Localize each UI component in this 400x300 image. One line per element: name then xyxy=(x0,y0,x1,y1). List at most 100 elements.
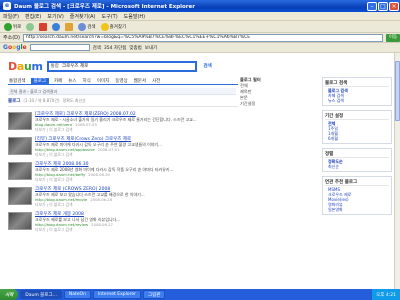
address-input[interactable]: http://search.daum.net/search?w=blog&q=%… xyxy=(22,33,383,42)
spellcheck-link[interactable]: 맞춤법 xyxy=(129,45,141,51)
result-thumbnail[interactable] xyxy=(8,137,32,155)
back-button[interactable]: 뒤로 xyxy=(3,22,22,31)
menu-bar: 파일(F) 편집(E) 보기(V) 즐겨찾기(A) 도구(T) 도움말(H) xyxy=(0,12,400,21)
system-tray-clock: 오후 4:21 xyxy=(372,289,400,300)
sidebar-box: 연관 추천 블로그 MSMS 크로우즈 제로 Movie(ies) 영화리뷰 일… xyxy=(322,176,392,215)
result-item: 크로우즈 제로 개봉 2008 크로우즈 제로를 보고 나서 남긴 영화 리뷰입… xyxy=(8,212,238,232)
taskbar-item[interactable]: Daum 블로그... xyxy=(20,290,62,299)
blog-filter: 블로그 필터 전체 제목만 본문 기간설정 xyxy=(240,77,318,107)
menu-file[interactable]: 파일(F) xyxy=(3,13,19,20)
tab-video[interactable]: 동영상 xyxy=(114,78,128,84)
tab-image[interactable]: 이미지 xyxy=(96,78,110,84)
tab-integrated[interactable]: 통합검색 xyxy=(8,78,27,84)
sidebar-title: 연관 추천 블로그 xyxy=(325,179,389,186)
search-tabs: 통합검색 블로그 카페 뉴스 지식 이미지 동영상 웹문서 사전 xyxy=(8,77,238,85)
menu-tools[interactable]: 도구(T) xyxy=(102,13,118,20)
sidebar-box: 기간 설정 전체 1주일 1개월 6개월 xyxy=(322,110,392,144)
sidebar-box: 정렬 정확도순 최신순 xyxy=(322,148,392,172)
result-footer[interactable]: 더보기 | 이 블로그 검색 xyxy=(35,227,238,232)
result-thumbnail[interactable] xyxy=(8,112,32,130)
daum-search-button[interactable]: 검색 xyxy=(201,61,215,71)
result-item: [크로우즈 제로] 크로우즈 제로(ZERO) 2008.07.02 크로우즈 … xyxy=(8,112,238,132)
stop-icon xyxy=(39,22,48,31)
result-item: [리뷰] 크로우즈 제로(Crows Zero) 크로우즈 제로 크로우즈 제로… xyxy=(8,137,238,157)
popup-blocked-link[interactable]: 354 차단됨 xyxy=(104,45,126,51)
forward-arrow-icon xyxy=(26,22,35,31)
vertical-scrollbar[interactable] xyxy=(394,53,400,289)
result-item: 크로우즈 제로 2008.06.30 크로우즈 제로 2008년 영화 미이케 … xyxy=(8,162,238,182)
tab-web[interactable]: 웹문서 xyxy=(133,78,147,84)
tab-news[interactable]: 뉴스 xyxy=(67,78,77,84)
standard-toolbar: 뒤로 검색 즐겨찾기 xyxy=(0,21,400,33)
sort-options[interactable]: 정확도 최신순 xyxy=(63,98,86,104)
maximize-button[interactable]: □ xyxy=(378,1,388,11)
favorites-button[interactable]: 즐겨찾기 xyxy=(100,22,128,31)
tab-cafe[interactable]: 카페 xyxy=(53,78,63,84)
taskbar-item[interactable]: 그림판 xyxy=(143,290,166,299)
sidebar-item[interactable]: 일본영화 xyxy=(325,207,389,212)
result-footer[interactable]: 더보기 | 이 블로그 검색 xyxy=(35,177,238,182)
go-button[interactable]: 이동 xyxy=(386,33,400,42)
result-footer[interactable]: 더보기 | 이 블로그 검색 xyxy=(35,152,238,157)
sidebar-item[interactable]: 6개월 xyxy=(325,136,389,141)
sidebar-title: 기간 설정 xyxy=(325,113,389,120)
stop-button[interactable] xyxy=(38,22,48,31)
home-button[interactable] xyxy=(64,22,74,31)
breadcrumb: 전체 결과 › 블로그 검색결과 xyxy=(8,88,236,95)
daum-logo[interactable]: Daum xyxy=(8,60,43,73)
sidebar-title: 정렬 xyxy=(325,151,389,158)
taskbar-item[interactable]: Internet Explorer xyxy=(92,290,141,299)
taskbar: 시작 Daum 블로그... NateOn Internet Explorer … xyxy=(0,289,400,300)
sidebar-item[interactable]: 뉴스 검색 xyxy=(325,98,389,103)
menu-help[interactable]: 도움말(H) xyxy=(124,13,145,20)
sidebar-box: 블로그 검색 블로그 검색 카페 검색 뉴스 검색 xyxy=(322,77,392,106)
star-icon xyxy=(100,22,109,31)
menu-view[interactable]: 보기(V) xyxy=(47,13,64,20)
result-count: (1-10 / 약 8,870건) xyxy=(23,98,60,103)
tab-dictionary[interactable]: 사전 xyxy=(151,78,161,84)
tab-knowledge[interactable]: 지식 xyxy=(82,78,92,84)
results-header: 블로그 (1-10 / 약 8,870건) 정확도 최신순 xyxy=(8,98,238,107)
result-date: 2008.06.30 xyxy=(88,172,110,177)
section-title: 블로그 xyxy=(8,99,21,104)
address-label: 주소(D) xyxy=(3,35,20,41)
filter-item[interactable]: 기간설정 xyxy=(240,101,318,107)
refresh-icon xyxy=(52,22,61,31)
home-icon xyxy=(65,22,74,31)
result-date: 2008.07.01 xyxy=(97,147,120,152)
tab-blog[interactable]: 블로그 xyxy=(30,78,49,84)
result-thumbnail[interactable] xyxy=(8,162,32,180)
search-icon xyxy=(78,22,87,31)
search-scope[interactable]: 통합 xyxy=(51,63,59,69)
result-thumbnail[interactable] xyxy=(8,187,32,205)
result-item: 크로우즈 제로 (CROWS ZERO) 2008 크로우즈 제로 보고 왔습니… xyxy=(8,187,238,207)
menu-favorites[interactable]: 즐겨찾기(A) xyxy=(70,13,96,20)
google-toolbar: Google 검색 354 차단됨 맞춤법 보내기 xyxy=(0,43,400,53)
google-go-button[interactable]: 검색 xyxy=(93,45,101,51)
result-date: 2008.07.03 xyxy=(75,122,97,127)
scrollbar-thumb[interactable] xyxy=(395,61,400,121)
menu-edit[interactable]: 편집(E) xyxy=(25,13,41,20)
close-button[interactable]: × xyxy=(389,1,399,11)
result-date: 2008.06.28 xyxy=(90,197,113,202)
blog-results: 블로그 (1-10 / 약 8,870건) 정확도 최신순 [크로우즈 제로] … xyxy=(8,98,238,232)
daum-search-box[interactable]: 통합 크로우즈 제로 xyxy=(46,60,197,72)
search-query[interactable]: 크로우즈 제로 xyxy=(62,63,88,69)
forward-button[interactable] xyxy=(25,22,35,31)
right-sidebar: 블로그 검색 블로그 검색 카페 검색 뉴스 검색 기간 설정 전체 1주일 1… xyxy=(322,77,392,219)
daum-header: Daum 통합 크로우즈 제로 검색 xyxy=(8,59,215,73)
result-date: 2008.06.27 xyxy=(91,222,113,227)
start-button[interactable]: 시작 xyxy=(0,289,19,300)
result-footer[interactable]: 더보기 | 이 블로그 검색 xyxy=(35,202,238,207)
send-link[interactable]: 보내기 xyxy=(145,45,157,51)
result-thumbnail[interactable] xyxy=(8,212,32,230)
refresh-button[interactable] xyxy=(51,22,61,31)
minimize-button[interactable]: – xyxy=(367,1,377,11)
sidebar-title: 블로그 검색 xyxy=(325,80,389,87)
ie-app-icon: e xyxy=(3,2,11,10)
sidebar-item[interactable]: 최신순 xyxy=(325,164,389,169)
result-footer[interactable]: 더보기 | 이 블로그 검색 xyxy=(35,127,238,132)
taskbar-item[interactable]: NateOn xyxy=(63,290,91,299)
google-search-input[interactable] xyxy=(29,44,90,51)
search-button[interactable]: 검색 xyxy=(77,22,96,31)
